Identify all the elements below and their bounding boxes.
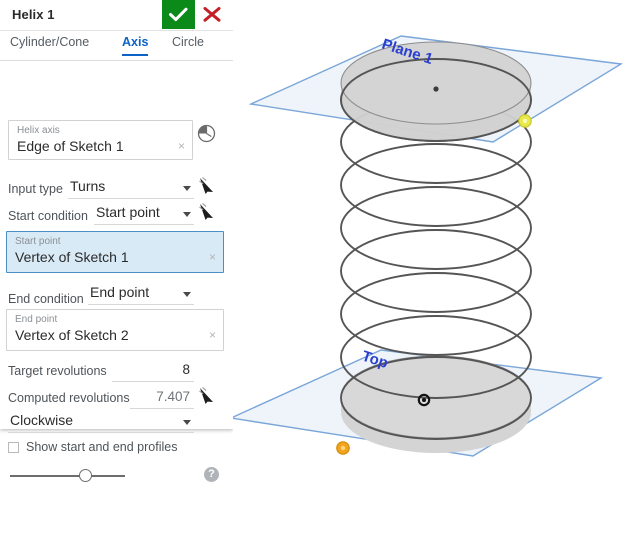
help-icon[interactable]: ? — [204, 467, 219, 482]
dialog-header: Helix 1 — [0, 0, 233, 31]
input-type-value: Turns — [70, 178, 106, 194]
start-condition-select[interactable]: Start point — [94, 203, 194, 225]
end-point-field[interactable]: End point Vertex of Sketch 2 × — [6, 309, 224, 351]
chevron-down-icon — [183, 186, 191, 191]
show-profiles-checkbox[interactable] — [8, 442, 19, 453]
helix-dialog: Helix 1 Cylinder/Cone Axis Circle Helix … — [0, 0, 233, 482]
helix-axis-field[interactable]: Helix axis Edge of Sketch 1 × — [8, 120, 193, 160]
start-condition-label: Start condition — [8, 209, 88, 223]
bottom-origin-point-inner — [422, 398, 426, 402]
direction-select[interactable]: Clockwise — [8, 411, 194, 433]
checkmark-icon — [169, 7, 188, 22]
select-entity-cursor-icon-3[interactable] — [196, 385, 218, 412]
target-revolutions-input[interactable]: 8 — [112, 361, 194, 382]
end-point-clear-icon[interactable]: × — [209, 329, 216, 341]
select-entity-cursor-icon-2[interactable] — [196, 201, 218, 228]
computed-revolutions-label: Computed revolutions — [8, 391, 130, 405]
computed-revolutions-value-box: 7.407 — [130, 388, 194, 409]
direction-value: Clockwise — [10, 412, 74, 428]
helix-axis-clear-icon[interactable]: × — [178, 140, 185, 152]
helix-axis-value: Edge of Sketch 1 — [17, 138, 124, 154]
start-condition-value: Start point — [96, 204, 160, 220]
start-point-marker-core — [522, 118, 528, 124]
start-point-value: Vertex of Sketch 1 — [15, 249, 129, 265]
close-icon — [203, 7, 221, 22]
clock-icon[interactable] — [197, 124, 216, 148]
top-center-point[interactable] — [433, 86, 439, 92]
top-disk-face[interactable] — [340, 41, 532, 125]
helix-axis-label: Helix axis — [17, 125, 60, 136]
cancel-button[interactable] — [198, 0, 228, 29]
tab-circle[interactable]: Circle — [172, 35, 204, 54]
chevron-down-icon — [183, 292, 191, 297]
tab-cylinder-cone[interactable]: Cylinder/Cone — [10, 35, 89, 54]
end-point-value: Vertex of Sketch 2 — [15, 327, 129, 343]
arrow-cursor-glyph — [199, 177, 213, 194]
arrow-cursor-glyph — [199, 387, 213, 404]
opacity-slider-knob[interactable] — [79, 469, 92, 482]
tab-axis[interactable]: Axis — [122, 35, 149, 56]
clock-glyph — [197, 124, 216, 143]
show-profiles-label: Show start and end profiles — [26, 440, 178, 454]
end-condition-select[interactable]: End point — [88, 283, 194, 305]
opacity-slider-track[interactable] — [10, 475, 125, 477]
target-revolutions-value: 8 — [182, 362, 190, 377]
chevron-down-icon — [183, 212, 191, 217]
end-point-marker-core — [340, 445, 346, 451]
end-point-label: End point — [15, 314, 58, 325]
end-condition-value: End point — [90, 284, 150, 300]
tab-bar: Cylinder/Cone Axis Circle — [0, 31, 233, 61]
target-revolutions-label: Target revolutions — [8, 364, 107, 378]
start-point-field[interactable]: Start point Vertex of Sketch 1 × — [6, 231, 224, 273]
computed-revolutions-value: 7.407 — [156, 389, 190, 404]
accept-button[interactable] — [162, 0, 195, 29]
helix-model-graphic: Plane 1 Top — [233, 35, 624, 457]
start-point-label: Start point — [15, 236, 61, 247]
chevron-down-icon — [183, 420, 191, 425]
3d-viewport[interactable]: Plane 1 Top — [233, 0, 636, 537]
arrow-cursor-glyph — [199, 203, 213, 220]
input-type-label: Input type — [8, 182, 63, 196]
end-condition-label: End condition — [8, 292, 84, 306]
dialog-title: Helix 1 — [12, 7, 55, 22]
input-type-select[interactable]: Turns — [68, 177, 194, 199]
select-entity-cursor-icon-1[interactable] — [196, 175, 218, 202]
start-point-clear-icon[interactable]: × — [209, 251, 216, 263]
